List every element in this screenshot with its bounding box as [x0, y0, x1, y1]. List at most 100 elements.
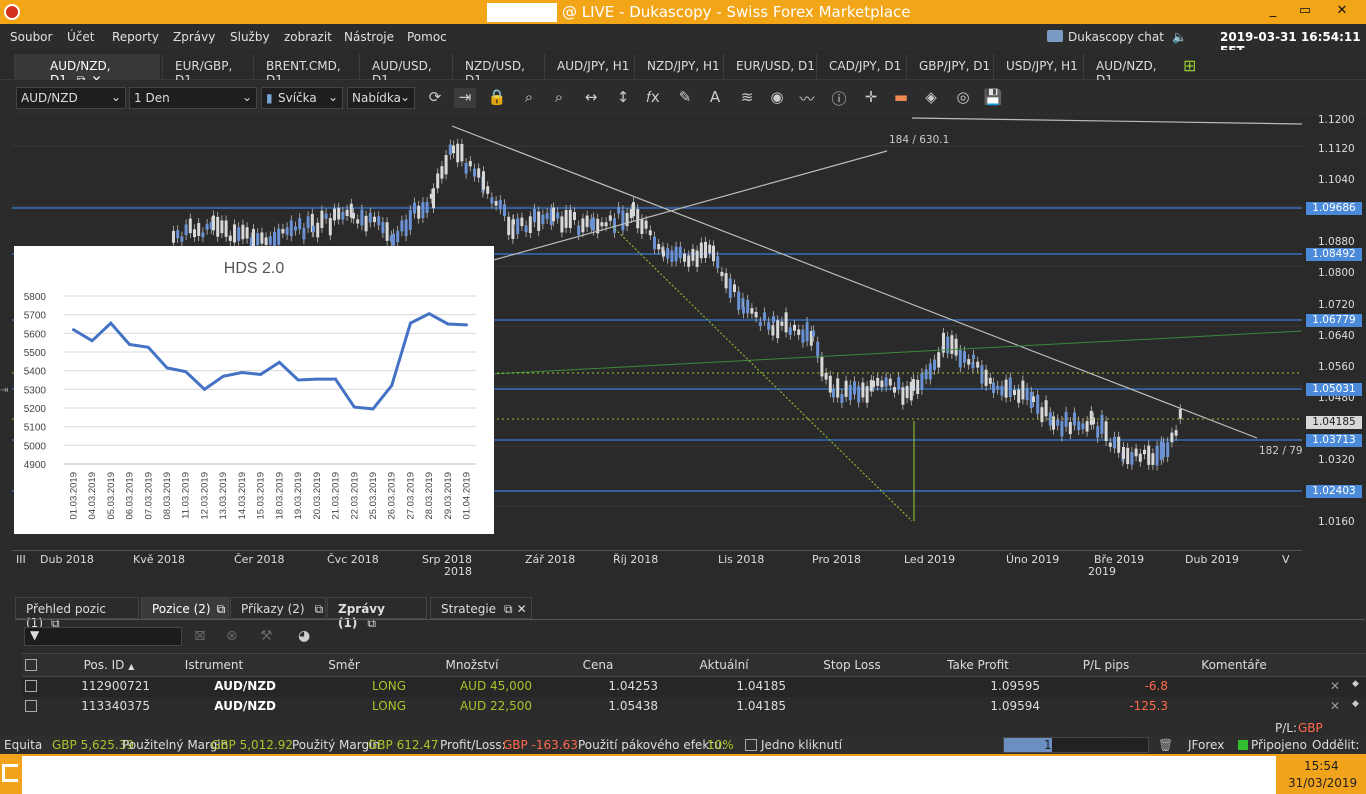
menu-zpravy[interactable]: Zprávy	[173, 30, 215, 44]
expand-left-icon[interactable]: ⇥	[0, 385, 12, 396]
col-stop-loss[interactable]: Stop Loss	[790, 658, 914, 672]
pie-chart-icon[interactable]: ◕	[298, 628, 310, 644]
shift-chart-icon[interactable]: ⇥	[454, 88, 476, 108]
side-select[interactable]: Nabídka ⌄	[347, 87, 415, 109]
menu-pomoc[interactable]: Pomoc	[407, 30, 447, 44]
col-pos-id[interactable]: Pos. ID ▲	[74, 658, 144, 672]
refresh-icon[interactable]: ⟳	[424, 88, 446, 108]
tab-audnzd-d1[interactable]: AUD/NZD, D1⧉✕	[14, 54, 160, 87]
layers-icon[interactable]: ≋	[736, 88, 758, 108]
zoom-area-icon[interactable]: ⌕	[548, 88, 570, 108]
row-menu-icon[interactable]: ◆	[1352, 679, 1359, 689]
eye-icon[interactable]: ◉	[766, 88, 788, 108]
col-current[interactable]: Aktuální	[662, 658, 786, 672]
menu-nastroje[interactable]: Nástroje	[344, 30, 394, 44]
close-all-icon[interactable]: ⊠	[194, 628, 206, 644]
add-tab-icon[interactable]: ⊞	[1183, 56, 1196, 75]
menu-zobrazit[interactable]: zobrazit	[284, 30, 332, 44]
hds-point	[334, 377, 337, 381]
tab-messages[interactable]: Zprávy (1) ⧉	[327, 597, 427, 630]
tab-nzdusd[interactable]: NZD/USD, D1	[452, 54, 544, 87]
close-window-button[interactable]: ✕	[1322, 0, 1362, 22]
close-position-icon[interactable]: ✕	[1330, 699, 1340, 713]
period-select[interactable]: 1 Den ⌄	[129, 87, 257, 109]
maximize-button[interactable]: ▭	[1290, 0, 1320, 22]
level-box: 1.03713	[1306, 434, 1362, 447]
candle-body	[937, 352, 941, 368]
col-direction[interactable]: Směr	[282, 658, 406, 672]
undock-icon[interactable]: ⧉	[315, 602, 324, 616]
tab-usdjpy[interactable]: USD/JPY, H1	[993, 54, 1083, 79]
one-click-label[interactable]: Jedno kliknutí	[761, 738, 842, 752]
tab-position-summary[interactable]: Přehled pozic (1) ⧉	[15, 597, 139, 630]
cycle-icon[interactable]: ◎	[952, 88, 974, 108]
tab-brent[interactable]: BRENT.CMD, D1	[253, 54, 357, 87]
tab-positions[interactable]: Pozice (2) ⧉	[141, 597, 229, 619]
col-take-profit[interactable]: Take Profit	[916, 658, 1040, 672]
candle-body	[812, 330, 815, 337]
row-checkbox[interactable]	[25, 680, 37, 692]
info-icon[interactable]: ⓘ	[828, 88, 850, 108]
select-all-checkbox[interactable]	[25, 659, 37, 671]
time-axis[interactable]: III Dub 2018 Kvě 2018 Čer 2018 Čvc 2018 …	[12, 550, 1302, 578]
col-comments[interactable]: Komentáře	[1172, 658, 1296, 672]
crosshair-icon[interactable]: ✛	[860, 88, 882, 108]
tab-eurusd[interactable]: EUR/USD, D1	[723, 54, 815, 79]
tab-orders[interactable]: Příkazy (2) ⧉	[230, 597, 326, 619]
candle-body	[541, 214, 545, 225]
tab-audnzd-2[interactable]: AUD/NZD, D1	[1083, 54, 1175, 87]
start-icon[interactable]	[2, 764, 18, 782]
instrument-select[interactable]: AUD/NZD ⌄	[16, 87, 126, 109]
menu-soubor[interactable]: Soubor	[10, 30, 52, 44]
undock-icon[interactable]: ⧉	[504, 602, 513, 616]
close-tab-icon[interactable]: ✕	[517, 602, 527, 616]
row-menu-icon[interactable]: ◆	[1352, 699, 1359, 709]
tab-audusd[interactable]: AUD/USD, D1	[359, 54, 451, 87]
filter-input[interactable]: ▼	[24, 627, 182, 646]
hds-point	[240, 371, 244, 374]
col-amount[interactable]: Množství	[410, 658, 534, 672]
draw-pencil-icon[interactable]: ✎	[674, 88, 696, 108]
minimize-button[interactable]: _	[1258, 0, 1288, 22]
price-axis[interactable]: 1.1200 1.1120 1.1040 1.0880 1.0800 1.072…	[1302, 114, 1366, 550]
merge-icon[interactable]: ⚒	[260, 628, 273, 644]
close-position-icon[interactable]: ✕	[1330, 679, 1340, 693]
candle-body	[820, 356, 824, 377]
close-selected-icon[interactable]: ⊗	[226, 628, 238, 644]
col-label: Pos. ID	[83, 658, 125, 672]
menu-sluzby[interactable]: Služby	[230, 30, 270, 44]
colors-icon[interactable]: ▬	[890, 88, 912, 108]
tab-eurgbp[interactable]: EUR/GBP, D1	[162, 54, 252, 87]
text-tool-icon[interactable]: A	[704, 88, 726, 108]
pattern-icon[interactable]: 〰	[796, 88, 818, 108]
indicators-icon[interactable]: 𝑓x	[642, 88, 664, 108]
scale-horizontal-icon[interactable]: ↔	[580, 88, 602, 108]
tab-gbpjpy[interactable]: GBP/JPY, D1	[906, 54, 994, 79]
chart-type-select[interactable]: ▮ Svíčka ⌄	[261, 87, 343, 109]
col-pl-pips[interactable]: P/L pips	[1044, 658, 1168, 672]
bucket-icon[interactable]: ◈	[920, 88, 942, 108]
pos-take-profit[interactable]: 1.09594	[916, 699, 1040, 713]
scale-vertical-icon[interactable]: ↕	[612, 88, 634, 108]
trash-icon[interactable]: 🗑	[1158, 738, 1173, 752]
lock-icon[interactable]: 🔒	[486, 88, 508, 108]
candle-body	[1134, 448, 1138, 457]
zoom-icon[interactable]: ⌕	[518, 88, 540, 108]
tab-audjpy[interactable]: AUD/JPY, H1	[544, 54, 634, 79]
col-instrument[interactable]: Istrument	[152, 658, 276, 672]
menu-ucet[interactable]: Účet	[67, 30, 94, 44]
chat-link[interactable]: Dukascopy chat	[1068, 30, 1164, 44]
tab-strategies[interactable]: Strategie ⧉ ✕	[430, 597, 532, 619]
pos-take-profit[interactable]: 1.09595	[916, 679, 1040, 693]
tab-cadjpy[interactable]: CAD/JPY, D1	[816, 54, 906, 79]
jforex-label[interactable]: JForex	[1188, 738, 1224, 752]
save-icon[interactable]: 💾	[982, 88, 1004, 108]
memory-bar[interactable]: 151M of 455M	[1003, 737, 1149, 753]
undock-icon[interactable]: ⧉	[217, 602, 226, 616]
tab-nzdjpy[interactable]: NZD/JPY, H1	[634, 54, 722, 79]
menu-reporty[interactable]: Reporty	[112, 30, 159, 44]
one-click-checkbox[interactable]	[745, 739, 757, 751]
row-checkbox[interactable]	[25, 700, 37, 712]
col-price[interactable]: Cena	[536, 658, 660, 672]
speaker-icon[interactable]: 🔈	[1172, 30, 1187, 44]
